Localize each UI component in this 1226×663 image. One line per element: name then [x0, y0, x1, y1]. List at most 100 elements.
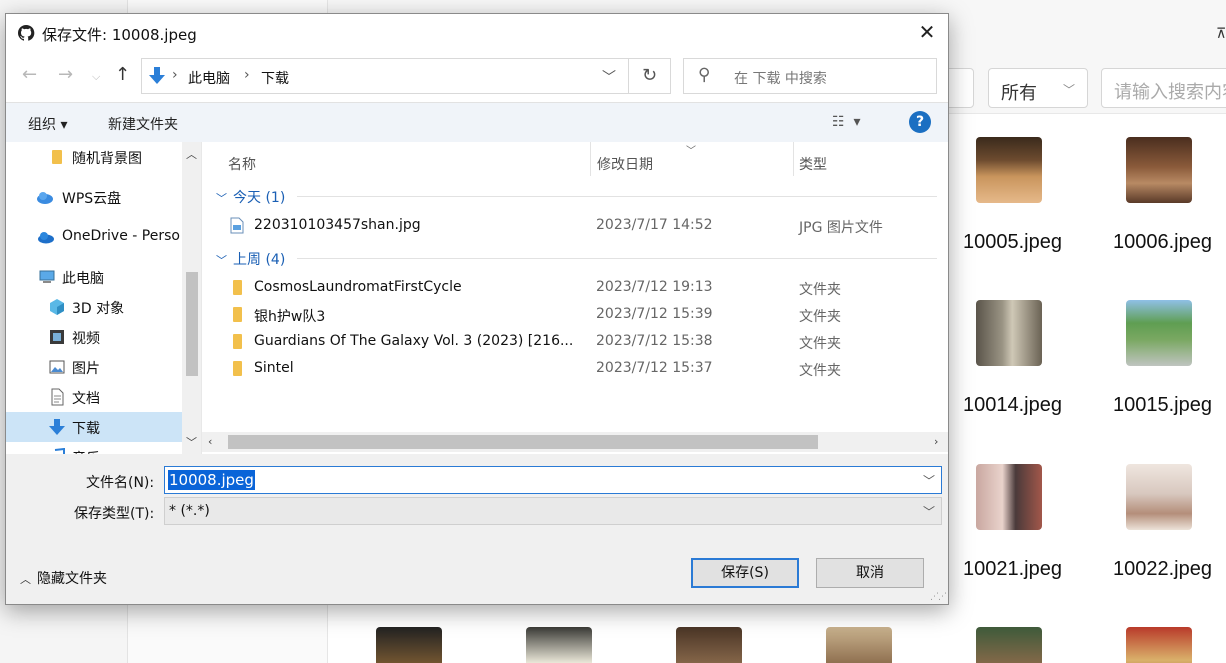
- scrollbar-thumb[interactable]: [228, 435, 818, 449]
- view-options-icon[interactable]: ☷ ▾: [832, 114, 860, 130]
- column-header-type[interactable]: 类型: [799, 142, 827, 182]
- image-thumbnail[interactable]: [976, 627, 1042, 663]
- image-thumbnail[interactable]: [1126, 464, 1192, 530]
- file-date: 2023/7/12 15:38: [596, 333, 713, 349]
- help-icon[interactable]: ?: [909, 111, 931, 133]
- group-label: 今天 (1): [233, 190, 286, 206]
- chevron-right-icon[interactable]: ›: [934, 435, 938, 448]
- search-placeholder: 在 下载 中搜索: [734, 71, 827, 87]
- dialog-titlebar[interactable]: 保存文件: 10008.jpeg ✕: [6, 14, 948, 52]
- file-name: CosmosLaundromatFirstCycle: [254, 279, 462, 295]
- nav-item-videos[interactable]: 视频: [6, 322, 182, 352]
- image-thumbnail[interactable]: [376, 627, 442, 663]
- breadcrumb-this-pc[interactable]: 此电脑: [188, 68, 230, 88]
- file-name: Sintel: [254, 360, 294, 376]
- column-divider[interactable]: [590, 142, 591, 176]
- nav-pane-scrollbar[interactable]: ︿ ﹀: [182, 142, 201, 454]
- image-thumbnail[interactable]: [526, 627, 592, 663]
- nav-item-downloads[interactable]: 下载: [6, 412, 182, 442]
- folder-icon: [233, 280, 242, 295]
- nav-item-this-pc[interactable]: 此电脑: [6, 262, 182, 292]
- filetype-select[interactable]: * (*.*) ﹀: [164, 497, 942, 525]
- download-icon: [149, 67, 165, 84]
- new-folder-button[interactable]: 新建文件夹: [108, 114, 178, 134]
- video-icon: [50, 330, 64, 344]
- image-thumbnail[interactable]: [976, 137, 1042, 203]
- file-list-hscrollbar[interactable]: ‹ ›: [202, 432, 948, 452]
- up-arrow-icon[interactable]: ↑: [115, 64, 130, 85]
- save-fields-panel: 文件名(N): 10008.jpeg ﹀ 保存类型(T): * (*.*) ﹀ …: [6, 454, 948, 604]
- image-thumbnail[interactable]: [1126, 300, 1192, 366]
- breadcrumb-downloads[interactable]: 下载: [261, 68, 289, 88]
- nav-item-documents[interactable]: 文档: [6, 382, 182, 412]
- bg-search-input[interactable]: 请输入搜索内容: [1101, 68, 1226, 108]
- chevron-down-icon[interactable]: ﹀: [602, 67, 616, 87]
- group-label: 上周 (4): [233, 252, 286, 268]
- image-thumbnail[interactable]: [826, 627, 892, 663]
- chevron-down-icon[interactable]: ﹀: [923, 503, 935, 520]
- file-row[interactable]: Guardians Of The Galaxy Vol. 3 (2023) [2…: [202, 329, 948, 356]
- recent-locations-chevron-icon[interactable]: ⌵: [92, 70, 100, 84]
- dialog-title: 保存文件: 10008.jpeg: [42, 26, 197, 44]
- file-date: 2023/7/12 19:13: [596, 279, 713, 295]
- file-date: 2023/7/12 15:39: [596, 306, 713, 322]
- nav-item-pictures[interactable]: 图片: [6, 352, 182, 382]
- nav-item-random-backgrounds[interactable]: 随机背景图: [6, 142, 182, 172]
- nav-item-music[interactable]: 音乐: [6, 442, 182, 454]
- pin-icon[interactable]: ⊼: [1216, 26, 1226, 42]
- close-icon[interactable]: ✕: [912, 20, 942, 46]
- navigation-bar: ← → ⌵ ↑ › 此电脑 › 下载 ﹀ ↻ ⚲ 在 下载 中搜索: [6, 52, 948, 102]
- column-divider[interactable]: [793, 142, 794, 176]
- image-thumbnail[interactable]: [976, 464, 1042, 530]
- onedrive-icon: [38, 232, 54, 244]
- filename-input[interactable]: 10008.jpeg ﹀: [164, 466, 942, 494]
- nav-item-3d-objects[interactable]: 3D 对象: [6, 292, 182, 322]
- file-name: 220310103457shan.jpg: [254, 217, 421, 233]
- column-header-name[interactable]: 名称: [228, 142, 256, 182]
- file-row[interactable]: 220310103457shan.jpg 2023/7/17 14:52 JPG…: [202, 213, 948, 240]
- cancel-button[interactable]: 取消: [816, 558, 924, 588]
- chevron-down-icon[interactable]: ﹀: [923, 472, 935, 489]
- github-icon: [17, 24, 35, 42]
- command-bar: 组织 ▾ 新建文件夹 ☷ ▾ ?: [6, 102, 948, 142]
- search-input[interactable]: ⚲ 在 下载 中搜索: [683, 58, 937, 94]
- nav-item-label: 文档: [72, 391, 100, 407]
- chevron-left-icon[interactable]: ‹: [208, 435, 212, 448]
- refresh-icon[interactable]: ↻: [629, 58, 671, 94]
- pictures-icon: [49, 360, 65, 374]
- image-thumbnail[interactable]: [676, 627, 742, 663]
- image-name: 10021.jpeg: [963, 558, 1062, 580]
- chevron-up-icon[interactable]: ︿: [186, 146, 197, 162]
- organize-menu-button[interactable]: 组织 ▾: [28, 114, 67, 134]
- address-bar[interactable]: › 此电脑 › 下载 ﹀: [141, 58, 629, 94]
- nav-item-label: WPS云盘: [62, 191, 122, 207]
- nav-item-onedrive[interactable]: OneDrive - Perso: [6, 222, 182, 252]
- filetype-label: 保存类型(T):: [74, 506, 155, 522]
- resize-grip-icon[interactable]: ⋰⋰: [930, 592, 947, 602]
- group-divider: [297, 196, 937, 197]
- breadcrumb-separator-icon: ›: [172, 67, 178, 83]
- scrollbar-thumb[interactable]: [186, 272, 198, 376]
- nav-item-wps-cloud[interactable]: WPS云盘: [6, 182, 182, 212]
- file-row[interactable]: 银h护w队3 2023/7/12 15:39 文件夹: [202, 302, 948, 329]
- image-thumbnail[interactable]: [1126, 627, 1192, 663]
- cloud-icon: [37, 192, 53, 204]
- image-thumbnail[interactable]: [976, 300, 1042, 366]
- file-row[interactable]: CosmosLaundromatFirstCycle 2023/7/12 19:…: [202, 275, 948, 302]
- folder-icon: [233, 334, 242, 349]
- download-icon: [49, 419, 65, 435]
- image-thumbnail[interactable]: [1126, 137, 1192, 203]
- folder-icon: [233, 307, 242, 322]
- save-button[interactable]: 保存(S): [691, 558, 799, 588]
- chevron-down-icon[interactable]: ﹀: [186, 434, 197, 450]
- 3d-objects-icon: [50, 299, 64, 315]
- column-header-date[interactable]: 修改日期: [597, 142, 653, 182]
- forward-arrow-icon[interactable]: →: [58, 64, 73, 85]
- group-divider: [297, 258, 937, 259]
- back-arrow-icon[interactable]: ←: [22, 64, 37, 85]
- bg-filter-select[interactable]: 所有 ﹀: [988, 68, 1088, 108]
- file-row[interactable]: Sintel 2023/7/12 15:37 文件夹: [202, 356, 948, 383]
- chevron-down-icon: ﹀: [216, 254, 227, 267]
- file-name: Guardians Of The Galaxy Vol. 3 (2023) [2…: [254, 333, 574, 349]
- hide-folders-toggle[interactable]: ︿ 隐藏文件夹: [20, 568, 107, 588]
